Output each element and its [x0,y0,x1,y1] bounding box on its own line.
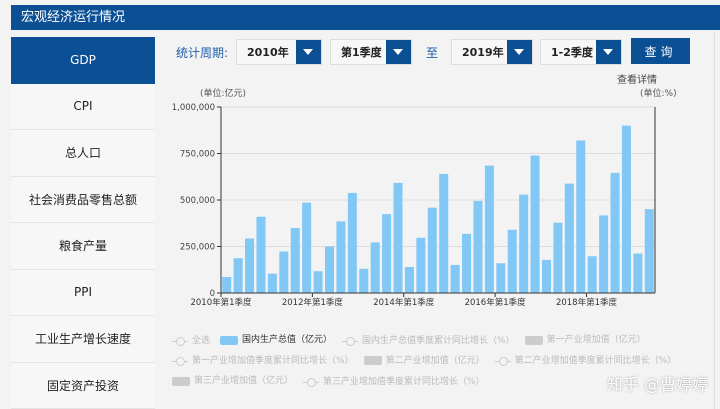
bar [359,268,369,293]
line-marker-icon [172,357,188,366]
line-marker-icon [342,336,359,346]
gdp-bar-chart: 0250,000500,000750,0001,000,0002010年第1季度… [172,103,656,308]
bar [416,237,426,293]
y-tick-label: 500,000 [180,196,215,206]
bar [587,256,597,293]
legend-item[interactable]: 国内生产总值季度累计同比增长（%） [342,332,515,350]
x-tick-label: 2018年第1季度 [556,297,618,308]
bar [519,194,529,293]
bar [370,242,380,293]
legend-label: 第一产业增加值季度累计同比增长（%） [192,356,354,366]
line-marker-icon [172,336,188,346]
bar [564,183,574,293]
x-tick-label: 2016年第1季度 [465,297,527,308]
legend-item[interactable]: 第二产业增加值季度累计同比增长（%） [494,352,677,370]
legend-label: 第一产业增加值（亿元） [546,335,646,345]
x-tick-label: 2014年第1季度 [373,297,435,308]
legend-item[interactable]: 第一产业增加值季度累计同比增长（%） [172,352,354,370]
y-tick-label: 1,000,000 [172,103,215,113]
y-tick-label: 250,000 [180,243,215,253]
bar [439,173,449,293]
bar [313,271,323,293]
bar [576,140,586,293]
bar [404,266,414,293]
x-tick-label: 2012年第1季度 [282,297,344,308]
bar [324,246,335,293]
bar [530,155,540,293]
bar [245,238,255,293]
bar [462,233,472,293]
page-title: 宏观经济运行情况 [11,5,720,30]
bar-swatch-icon [220,335,239,345]
bar [427,207,437,293]
main-panel: 统计周期: 2010年 第1季度 至 2019年 1-2季度 查询 查看详情 (… [160,33,715,409]
sidebar-item[interactable]: GDP [11,37,155,84]
bar [496,263,506,293]
sidebar-item[interactable]: CPI [11,83,155,130]
bar [610,172,620,293]
bar [621,125,631,293]
sidebar: GDP CPI 总人口 社会消费品零售总额 粮食产量 PPI 工业生产增长速度 固定资产投资 [11,37,155,409]
legend-label: 第三产业增加值（亿元） [194,376,294,386]
watermark: 知乎 @曹婷婷 [606,375,708,394]
bar-swatch-icon [172,376,190,386]
line-marker-icon [303,377,320,387]
bar [267,273,277,293]
bar [393,182,403,293]
bar [541,259,552,293]
legend-label: 国内生产总值（亿元） [242,335,333,345]
bar [382,214,392,293]
bar [302,202,312,293]
legend-label: 国内生产总值季度累计同比增长（%） [362,335,515,346]
bar [633,253,643,293]
bar [473,200,483,293]
bar [347,192,357,293]
bar [507,229,517,293]
bar [222,277,232,293]
legend-label: 第二产业增加值季度累计同比增长（%） [514,356,677,366]
bar [599,215,609,293]
sidebar-item[interactable]: 社会消费品零售总额 [11,176,155,223]
sidebar-item[interactable]: 粮食产量 [11,223,155,270]
legend-item[interactable]: 第二产业增加值（亿元） [363,352,485,370]
legend-item[interactable]: 第三产业增加值（亿元） [172,372,293,390]
line-marker-icon [494,357,511,366]
y-tick-label: 750,000 [180,150,215,160]
legend-item[interactable]: 国内生产总值（亿元） [220,331,332,349]
sidebar-item[interactable]: 固定资产投资 [11,362,155,409]
bar [644,209,654,293]
bar [484,165,494,293]
bar [290,228,300,293]
sidebar-item[interactable]: PPI [11,269,155,316]
bar [233,258,243,293]
legend-item[interactable]: 第三产业增加值季度累计同比增长（%） [303,373,485,391]
legend-label: 全选 [192,335,211,346]
sidebar-item[interactable]: 总人口 [11,130,155,177]
bar [336,221,346,293]
bar [450,264,460,293]
x-tick-label: 2010年第1季度 [190,297,252,308]
bar-swatch-icon [363,356,382,365]
bar-swatch-icon [524,335,543,345]
legend-item[interactable]: 全选 [172,332,210,350]
legend-item[interactable]: 第一产业增加值（亿元） [524,331,646,349]
sidebar-item[interactable]: 工业生产增长速度 [11,316,155,363]
bar [256,216,266,293]
legend-label: 第二产业增加值（亿元） [385,355,485,366]
bar [279,251,289,293]
legend-label: 第三产业增加值季度累计同比增长（%） [323,376,485,387]
bar [553,222,563,293]
